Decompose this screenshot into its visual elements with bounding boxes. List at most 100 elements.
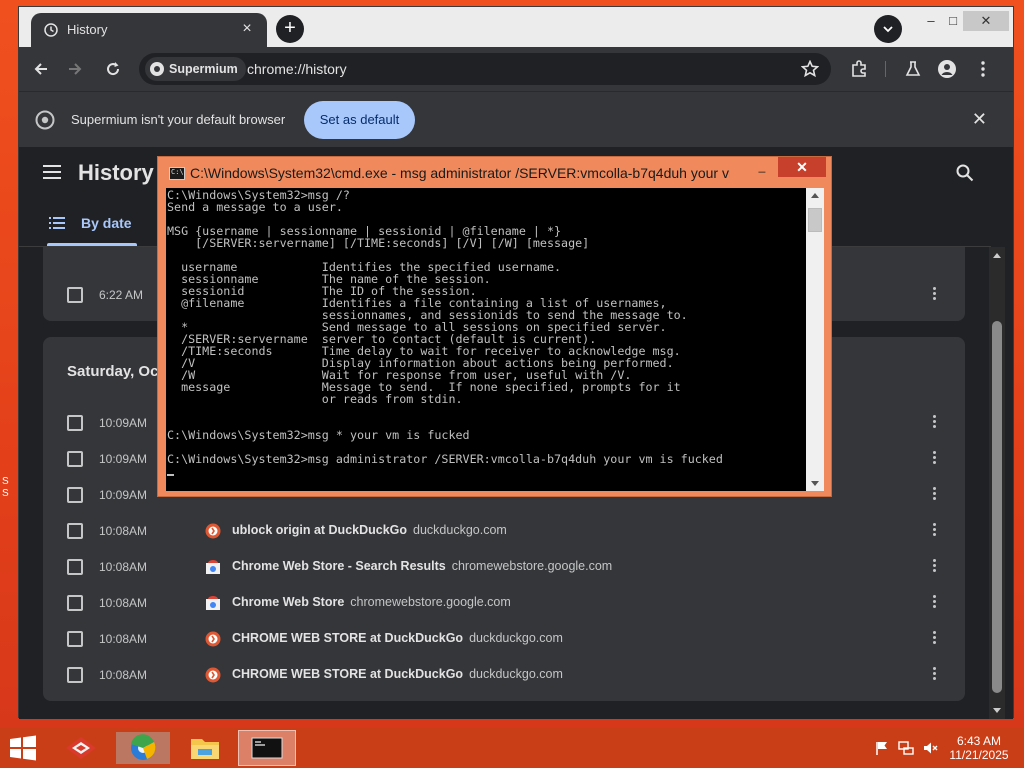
set-as-default-button[interactable]: Set as default xyxy=(304,101,415,139)
more-actions-icon[interactable] xyxy=(933,287,937,303)
system-clock[interactable]: 6:43 AM 11/21/2025 xyxy=(944,734,1014,762)
history-icon xyxy=(44,23,58,37)
action-center-flag-icon[interactable] xyxy=(874,740,890,756)
duckduckgo-icon xyxy=(205,667,221,683)
page-scrollbar[interactable] xyxy=(989,247,1005,719)
reload-icon[interactable] xyxy=(103,59,123,79)
windows-start-icon[interactable] xyxy=(8,734,38,762)
cmd-titlebar[interactable]: C:\ C:\Windows\System32\cmd.exe - msg ad… xyxy=(158,157,831,189)
row-title[interactable]: ublock origin at DuckDuckGo duckduckgo.co… xyxy=(232,523,507,537)
search-icon[interactable] xyxy=(956,164,974,182)
infobar-message: Supermium isn't your default browser xyxy=(71,112,286,127)
extensions-icon[interactable] xyxy=(849,59,869,79)
history-row[interactable]: 10:08AM Chrome Web Store chromewebstore.g… xyxy=(43,585,965,621)
hamburger-menu-icon[interactable] xyxy=(43,165,61,179)
row-title[interactable]: Chrome Web Store chromewebstore.google.co… xyxy=(232,595,511,609)
cmd-scrollbar[interactable] xyxy=(806,188,824,491)
row-title[interactable]: CHROME WEB STORE at DuckDuckGo duckduckgo… xyxy=(232,667,563,681)
row-checkbox[interactable] xyxy=(67,487,83,503)
scroll-up-arrow-icon[interactable] xyxy=(993,253,1001,258)
minimize-button[interactable]: _ xyxy=(748,159,776,177)
clock-date: 11/21/2025 xyxy=(949,748,1009,762)
tab-title: History xyxy=(67,22,108,37)
scroll-down-arrow-icon[interactable] xyxy=(993,708,1001,713)
row-checkbox[interactable] xyxy=(67,451,83,467)
chevron-down-icon xyxy=(883,26,893,33)
row-checkbox[interactable] xyxy=(67,523,83,539)
taskbar-browser[interactable] xyxy=(114,730,172,766)
webstore-icon xyxy=(206,596,220,610)
webstore-icon xyxy=(206,560,220,574)
browser-icon xyxy=(116,732,170,764)
row-time: 10:08AM xyxy=(99,668,148,682)
more-actions-icon[interactable] xyxy=(933,487,937,503)
row-domain: chromewebstore.google.com xyxy=(451,559,613,573)
tab-search-button[interactable] xyxy=(874,15,902,43)
page-title: History xyxy=(78,160,154,185)
site-chip[interactable]: Supermium xyxy=(145,57,246,81)
url-text[interactable]: chrome://history xyxy=(247,61,347,77)
row-checkbox[interactable] xyxy=(67,631,83,647)
row-title[interactable]: CHROME WEB STORE at DuckDuckGo duckduckgo… xyxy=(232,631,563,645)
duckduckgo-icon xyxy=(205,631,221,647)
row-checkbox[interactable] xyxy=(67,667,83,683)
row-checkbox[interactable] xyxy=(67,415,83,431)
history-row[interactable]: 10:08AM CHROME WEB STORE at DuckDuckGo du… xyxy=(43,657,965,693)
file-explorer-icon xyxy=(191,739,219,759)
row-time: 10:08AM xyxy=(99,524,148,538)
text-cursor xyxy=(167,474,174,476)
supermium-icon xyxy=(150,62,164,76)
browser-titlebar: History × + – □ ✕ xyxy=(19,7,1013,47)
scroll-down-arrow-icon[interactable] xyxy=(811,481,819,486)
profile-avatar-icon[interactable] xyxy=(937,59,957,79)
bookmark-star-icon[interactable] xyxy=(801,60,819,78)
forward-arrow-icon[interactable] xyxy=(65,59,85,79)
cmd-icon xyxy=(251,737,283,759)
row-time: 10:09AM xyxy=(99,416,148,430)
row-title[interactable]: Chrome Web Store - Search Results chromew… xyxy=(232,559,612,573)
more-actions-icon[interactable] xyxy=(933,451,937,467)
more-actions-icon[interactable] xyxy=(933,631,937,647)
row-checkbox[interactable] xyxy=(67,595,83,611)
network-icon[interactable] xyxy=(898,740,914,756)
row-domain: duckduckgo.com xyxy=(469,667,563,681)
more-actions-icon[interactable] xyxy=(933,667,937,683)
default-browser-infobar: Supermium isn't your default browser Set… xyxy=(19,91,1013,147)
more-actions-icon[interactable] xyxy=(933,415,937,431)
row-checkbox[interactable] xyxy=(67,287,83,303)
cmd-window[interactable]: C:\ C:\Windows\System32\cmd.exe - msg ad… xyxy=(157,156,832,497)
close-icon[interactable]: ✕ xyxy=(972,109,987,130)
close-button[interactable]: ✕ xyxy=(778,157,826,177)
row-checkbox[interactable] xyxy=(67,559,83,575)
more-actions-icon[interactable] xyxy=(933,523,937,539)
browser-toolbar: Supermium chrome://history xyxy=(19,47,1013,91)
close-button[interactable]: ✕ xyxy=(963,11,1009,31)
tab-history[interactable]: History × xyxy=(31,13,267,47)
volume-muted-icon[interactable] xyxy=(922,740,938,756)
close-icon[interactable]: × xyxy=(237,19,257,39)
cmd-title: C:\Windows\System32\cmd.exe - msg admini… xyxy=(190,165,730,181)
cmd-console[interactable]: C:\Windows\System32>msg /? Send a messag… xyxy=(166,188,806,491)
scroll-up-arrow-icon[interactable] xyxy=(811,193,819,198)
row-time: 10:08AM xyxy=(99,596,148,610)
taskbar-app-red[interactable] xyxy=(52,730,110,766)
site-chip-label: Supermium xyxy=(169,62,238,76)
more-actions-icon[interactable] xyxy=(933,559,937,575)
row-domain: chromewebstore.google.com xyxy=(350,595,511,609)
scrollbar-thumb[interactable] xyxy=(808,208,822,232)
new-tab-button[interactable]: + xyxy=(276,15,304,43)
scrollbar-thumb[interactable] xyxy=(992,321,1002,693)
taskbar-file-explorer[interactable] xyxy=(176,730,234,766)
back-arrow-icon[interactable] xyxy=(31,59,51,79)
more-actions-icon[interactable] xyxy=(933,595,937,611)
address-bar[interactable]: Supermium chrome://history xyxy=(139,53,831,85)
labs-flask-icon[interactable] xyxy=(903,59,923,79)
list-icon xyxy=(49,217,65,229)
supermium-logo-icon xyxy=(35,110,55,130)
history-row[interactable]: 10:08AM Chrome Web Store - Search Result… xyxy=(43,549,965,585)
tab-by-date-label: By date xyxy=(81,215,132,231)
history-row[interactable]: 10:08AM CHROME WEB STORE at DuckDuckGo du… xyxy=(43,621,965,657)
kebab-menu-icon[interactable] xyxy=(973,59,993,79)
history-row[interactable]: 10:08AM ublock origin at DuckDuckGo duckd… xyxy=(43,513,965,549)
taskbar-cmd[interactable] xyxy=(238,730,296,766)
